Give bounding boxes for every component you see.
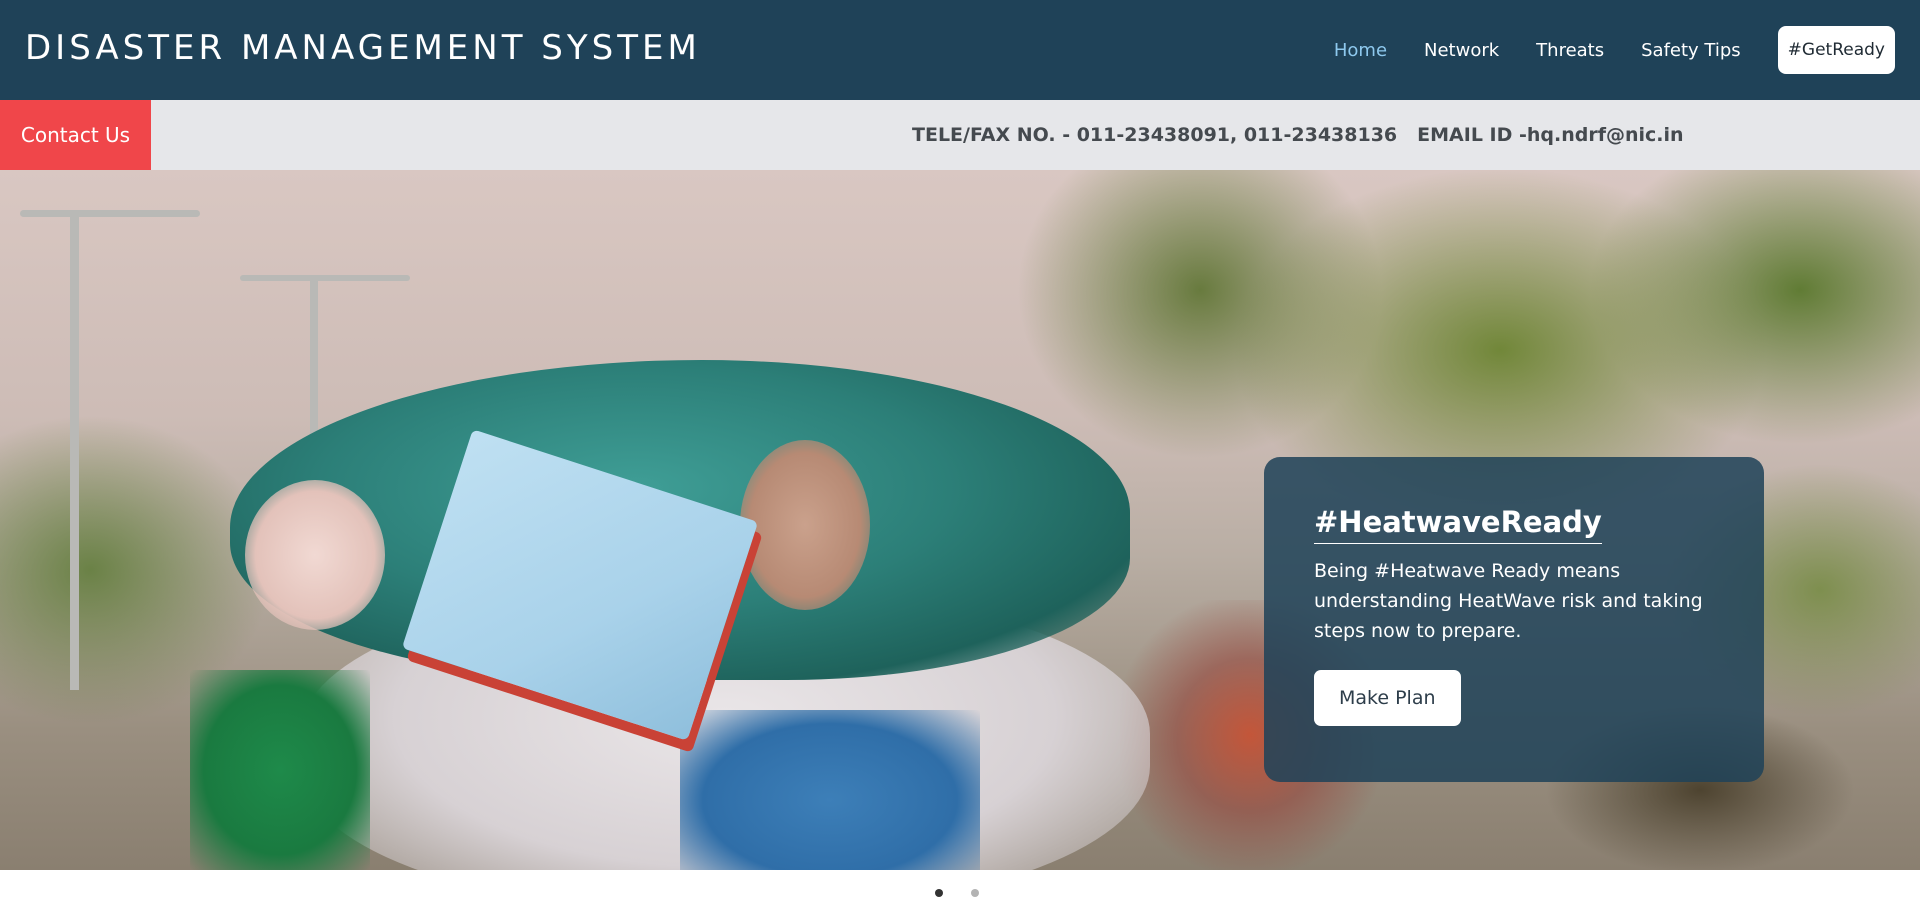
hero-title: #HeatwaveReady (1314, 505, 1602, 544)
top-navbar: DISASTER MANAGEMENT SYSTEM Home Network … (0, 0, 1920, 100)
nav-link-threats[interactable]: Threats (1536, 40, 1604, 61)
contact-us-button[interactable]: Contact Us (0, 100, 151, 170)
hero-caption-card: #HeatwaveReady Being #Heatwave Ready mea… (1264, 457, 1764, 782)
site-title[interactable]: DISASTER MANAGEMENT SYSTEM (25, 28, 701, 68)
main-nav: Home Network Threats Safety Tips #GetRea… (1297, 0, 1895, 100)
hero-description: Being #Heatwave Ready means understandin… (1314, 560, 1703, 642)
nav-link-safety-tips[interactable]: Safety Tips (1641, 40, 1741, 61)
nav-link-home[interactable]: Home (1334, 40, 1387, 61)
get-ready-button[interactable]: #GetReady (1777, 26, 1895, 74)
phone-fax-text: TELE/FAX NO. - 011-23438091, 011-2343813… (912, 124, 1398, 146)
hero-carousel: #HeatwaveReady Being #Heatwave Ready mea… (0, 170, 1920, 870)
nav-link-network[interactable]: Network (1424, 40, 1499, 61)
contact-details: TELE/FAX NO. - 011-23438091, 011-2343813… (912, 100, 1684, 170)
email-text: EMAIL ID -hq.ndrf@nic.in (1417, 124, 1684, 146)
make-plan-button[interactable]: Make Plan (1314, 670, 1461, 726)
contact-info-bar: Contact Us TELE/FAX NO. - 011-23438091, … (0, 100, 1920, 170)
